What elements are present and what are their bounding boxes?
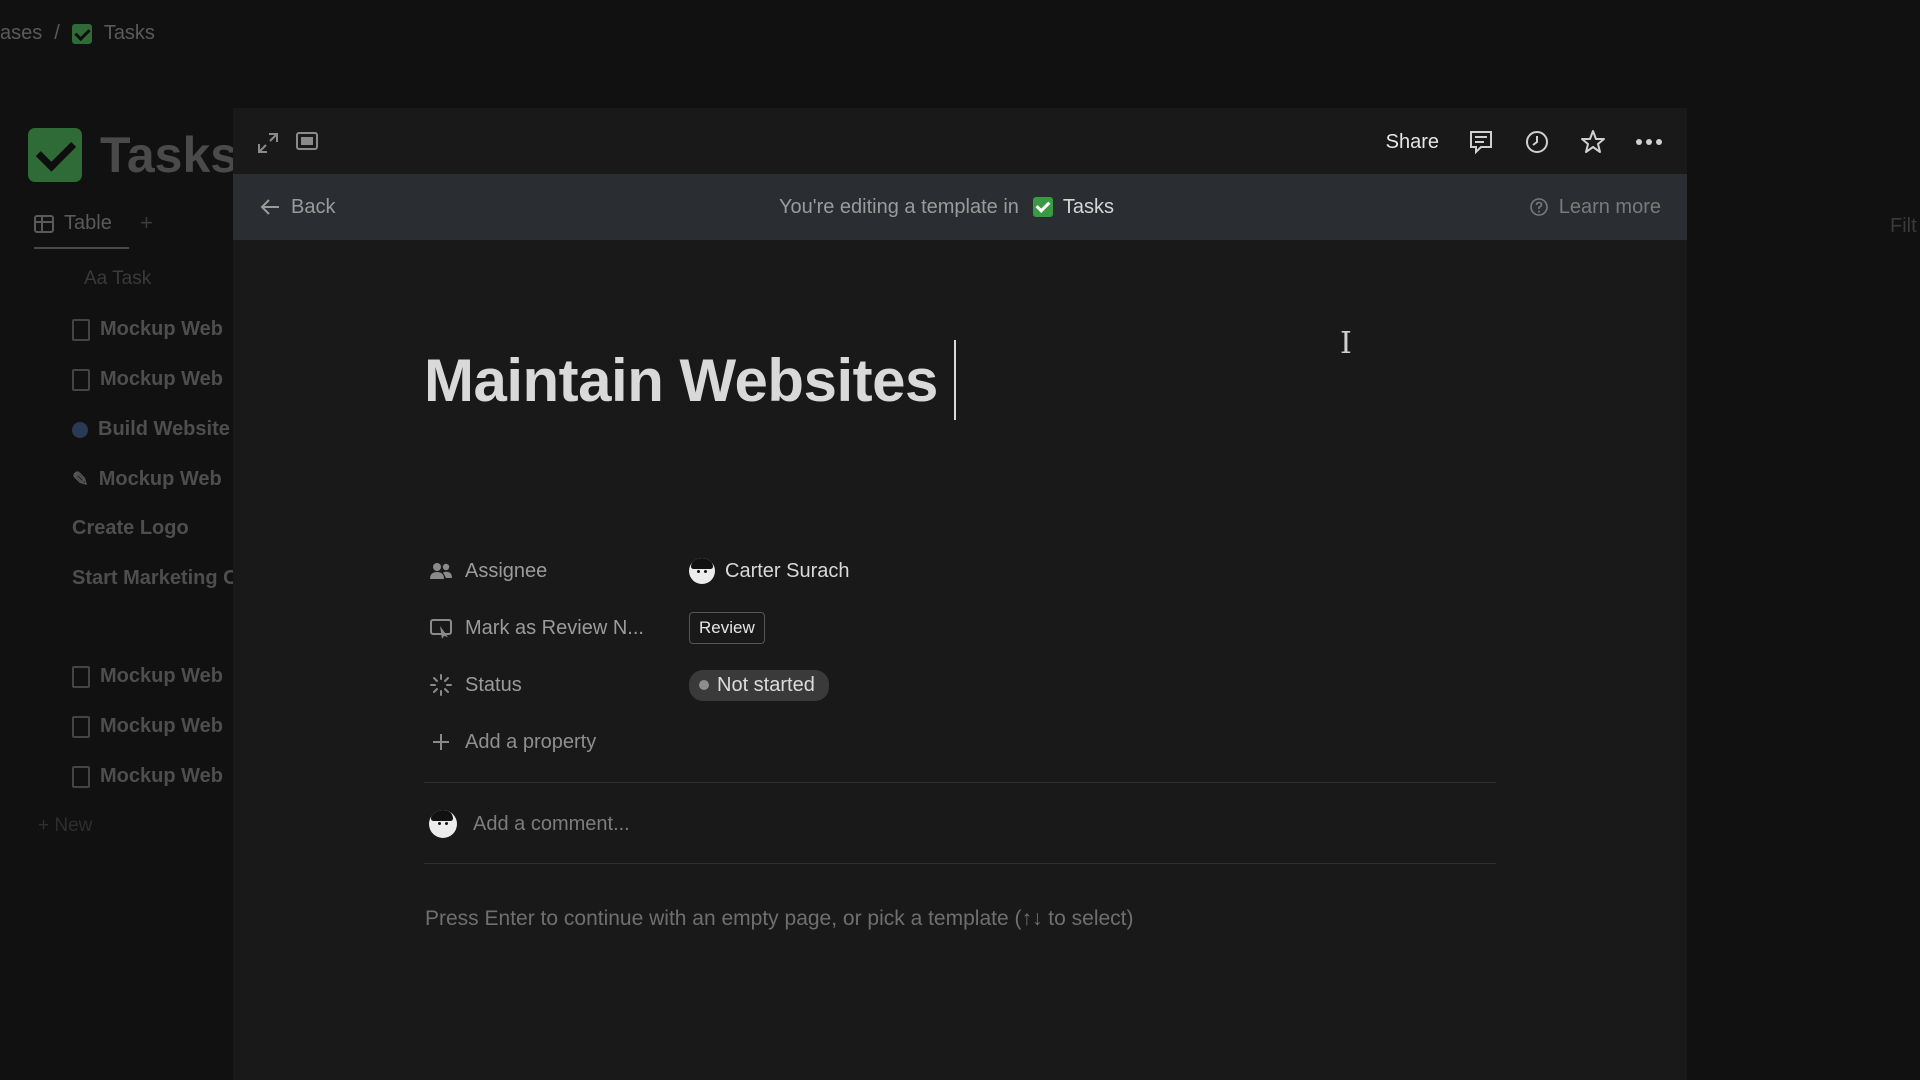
history-icon[interactable] <box>1523 128 1551 156</box>
status-text: Not started <box>717 673 815 696</box>
property-label-assignee[interactable]: Assignee <box>429 559 689 583</box>
learn-more-label: Learn more <box>1558 195 1661 218</box>
globe-icon <box>72 421 88 438</box>
text-caret <box>953 340 956 420</box>
comment-placeholder: Add a comment... <box>473 812 630 835</box>
back-label: Back <box>291 195 336 218</box>
row-title: Mockup Web <box>100 368 223 390</box>
assignee-value[interactable]: Carter Surach <box>689 558 850 584</box>
row-title: Mockup Web <box>98 468 222 490</box>
comment-icon[interactable] <box>1467 128 1495 156</box>
page-title-text: Maintain Websites <box>424 346 938 414</box>
row-title: Mockup Web <box>100 665 223 687</box>
add-property-label: Add a property <box>465 730 597 753</box>
view-tab-label: Table <box>64 212 112 234</box>
add-property-button[interactable]: Add a property <box>429 730 689 754</box>
table-row[interactable]: Mockup Web <box>72 765 223 788</box>
column-header-task[interactable]: Aa Task <box>84 268 151 290</box>
plus-icon <box>429 730 453 754</box>
page-content: Maintain Websites I Assignee Carter Sura… <box>233 240 1687 1080</box>
editing-text: You're editing a template in <box>779 195 1019 218</box>
row-title: Mockup Web <box>100 318 223 340</box>
status-badge: Not started <box>689 669 829 701</box>
new-row-button[interactable]: + New <box>38 815 92 837</box>
template-hint: Press Enter to continue with an empty pa… <box>425 907 1134 930</box>
property-assignee: Assignee Carter Surach <box>429 551 1229 591</box>
row-title: Build Website <box>98 418 230 440</box>
add-property-row: Add a property <box>429 722 1229 762</box>
table-row[interactable]: Create Logo <box>72 517 189 540</box>
database-name: Tasks <box>1062 195 1115 218</box>
doc-icon <box>72 318 90 341</box>
template-banner: Back You're editing a template in Tasks … <box>233 174 1687 240</box>
property-review: Mark as Review N... Review <box>429 608 1229 648</box>
status-dot-icon <box>699 680 709 690</box>
status-icon <box>429 673 453 697</box>
property-label-text: Status <box>465 673 522 696</box>
share-button[interactable]: Share <box>1386 131 1439 154</box>
doc-icon <box>72 368 90 391</box>
review-button[interactable]: Review <box>689 612 765 644</box>
table-row[interactable]: ✎ Mockup Web <box>72 467 222 492</box>
breadcrumb: ases / Tasks <box>0 22 155 45</box>
filter-button[interactable]: Filt <box>1890 215 1917 238</box>
cursor-ibeam-icon: I <box>1340 326 1352 361</box>
expand-icon[interactable] <box>255 130 281 161</box>
table-row[interactable]: Mockup Web <box>72 318 223 341</box>
add-view-button[interactable]: + <box>140 210 153 236</box>
status-value[interactable]: Not started <box>689 669 829 701</box>
more-icon[interactable] <box>1635 128 1663 156</box>
table-row[interactable]: Mockup Web <box>72 715 223 738</box>
checkbox-icon <box>1032 197 1053 217</box>
help-icon <box>1529 198 1548 216</box>
row-title: Start Marketing C <box>72 567 238 589</box>
table-row[interactable]: Mockup Web <box>72 665 223 688</box>
assignee-name: Carter Surach <box>725 559 850 582</box>
side-peek-icon[interactable] <box>295 130 319 157</box>
star-icon[interactable] <box>1579 128 1607 156</box>
row-title: Create Logo <box>72 517 189 539</box>
property-label-text: Assignee <box>465 559 548 582</box>
review-value: Review <box>689 612 765 644</box>
row-title: Mockup Web <box>100 715 223 737</box>
breadcrumb-separator: / <box>54 22 60 44</box>
database-checkbox-icon <box>28 128 82 182</box>
divider <box>424 863 1496 864</box>
doc-icon <box>72 715 90 738</box>
avatar <box>429 810 457 838</box>
table-row[interactable]: Mockup Web <box>72 368 223 391</box>
database-header: Tasks <box>28 126 238 184</box>
property-status: Status Not started <box>429 665 1229 705</box>
database-title: Tasks <box>100 127 239 183</box>
button-property-icon <box>429 616 453 640</box>
banner-message: You're editing a template in Tasks <box>779 196 1114 219</box>
row-title: Mockup Web <box>100 765 223 787</box>
modal-topbar: Share <box>233 108 1687 174</box>
page-title[interactable]: Maintain Websites <box>424 340 956 420</box>
comment-input[interactable]: Add a comment... <box>429 810 630 838</box>
arrow-left-icon <box>260 199 279 215</box>
back-button[interactable]: Back <box>259 196 335 219</box>
breadcrumb-parent[interactable]: ases <box>0 22 42 45</box>
table-icon <box>34 214 54 233</box>
divider <box>424 782 1496 783</box>
table-row[interactable]: Build Website <box>72 418 230 441</box>
table-row[interactable]: Start Marketing C <box>72 567 238 590</box>
avatar <box>689 558 715 584</box>
database-link[interactable]: Tasks <box>1032 195 1115 219</box>
doc-icon <box>72 665 90 688</box>
view-tab-table[interactable]: Table <box>34 212 129 249</box>
breadcrumb-current[interactable]: Tasks <box>104 22 155 45</box>
doc-icon <box>72 765 90 788</box>
property-label-text: Mark as Review N... <box>465 616 644 639</box>
pencil-icon: ✎ <box>72 469 89 491</box>
learn-more-link[interactable]: Learn more <box>1529 196 1661 219</box>
property-label-review[interactable]: Mark as Review N... <box>429 616 689 640</box>
property-label-status[interactable]: Status <box>429 673 689 697</box>
checkbox-icon <box>71 23 92 44</box>
template-editor-modal: Share Back You're editing a template in <box>233 108 1687 1080</box>
people-icon <box>429 559 453 583</box>
